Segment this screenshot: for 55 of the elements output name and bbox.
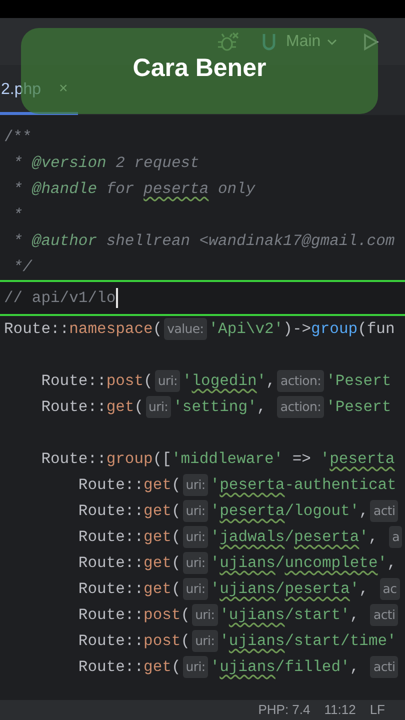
inlay-hint: uri: [192, 630, 218, 652]
inlay-hint: a [389, 526, 402, 548]
inlay-hint: acti [370, 500, 398, 522]
code-text: 'ujians/uncomplete', [210, 553, 396, 574]
code-text: Route::get( [77, 501, 181, 522]
code-text: Route::namespace( [4, 319, 162, 340]
code-text: 'ujians/peserta', [210, 579, 370, 600]
code-text: 'peserta/logout', [210, 501, 368, 522]
code-text: Route::get( [77, 553, 181, 574]
inlay-hint: uri: [182, 474, 208, 496]
inlay-hint: acti [370, 656, 398, 678]
inlay-hint: uri: [182, 500, 208, 522]
code-text: 'ujians/start/time' [220, 631, 396, 652]
caption-text: Cara Bener [132, 53, 266, 84]
inlay-hint: action: [277, 370, 324, 392]
code-text: Route::get( [77, 475, 181, 496]
status-item[interactable]: 11:12 [324, 700, 356, 720]
code-text: 'Pesert [326, 371, 392, 392]
comment-text: // api/v1/lo [4, 288, 116, 309]
inlay-hint: uri: [182, 526, 208, 548]
inlay-hint: uri: [154, 370, 180, 392]
inlay-hint: uri: [192, 604, 218, 626]
code-text: Route::post( [40, 371, 153, 392]
inlay-hint: value: [164, 318, 207, 340]
inlay-hint: ac [380, 578, 400, 600]
code-text: Route::get( [40, 397, 144, 418]
code-text: * @author shellrean <wandinak17@gmail.com [12, 231, 395, 252]
code-text: 'setting', [173, 397, 268, 418]
code-text: */ [12, 257, 32, 278]
code-text: 'Api\v2')->group(fun [208, 319, 395, 340]
code-text: Route::group(['middleware' => 'peserta [40, 449, 395, 470]
code-text: * [12, 205, 23, 226]
status-item[interactable]: LF [370, 700, 385, 720]
code-text: 'ujians/start', [220, 605, 360, 626]
code-text: /** [4, 127, 32, 148]
inlay-hint: uri: [182, 578, 208, 600]
inlay-hint: uri: [146, 396, 172, 418]
text-cursor [116, 288, 118, 308]
code-text: Route::post( [77, 605, 190, 626]
code-text: 'jadwals/peserta', [210, 527, 379, 548]
status-item[interactable]: PHP: 7.4 [258, 700, 310, 720]
code-text: Route::post( [77, 631, 190, 652]
code-text: 'ujians/filled', [210, 657, 360, 678]
code-text: 'Pesert [326, 397, 392, 418]
code-text: * @handle for peserta only [12, 179, 256, 200]
code-text: 'logedin', [182, 371, 276, 392]
inlay-hint: acti [370, 604, 398, 626]
code-text: 'peserta-authenticat [210, 475, 396, 496]
code-text: Route::get( [77, 657, 181, 678]
inlay-hint: action: [277, 396, 324, 418]
inlay-hint: uri: [182, 552, 208, 574]
inlay-hint: uri: [182, 656, 208, 678]
code-text: Route::get( [77, 527, 181, 548]
code-text: Route::get( [77, 579, 181, 600]
code-text: * @version 2 request [12, 153, 200, 174]
